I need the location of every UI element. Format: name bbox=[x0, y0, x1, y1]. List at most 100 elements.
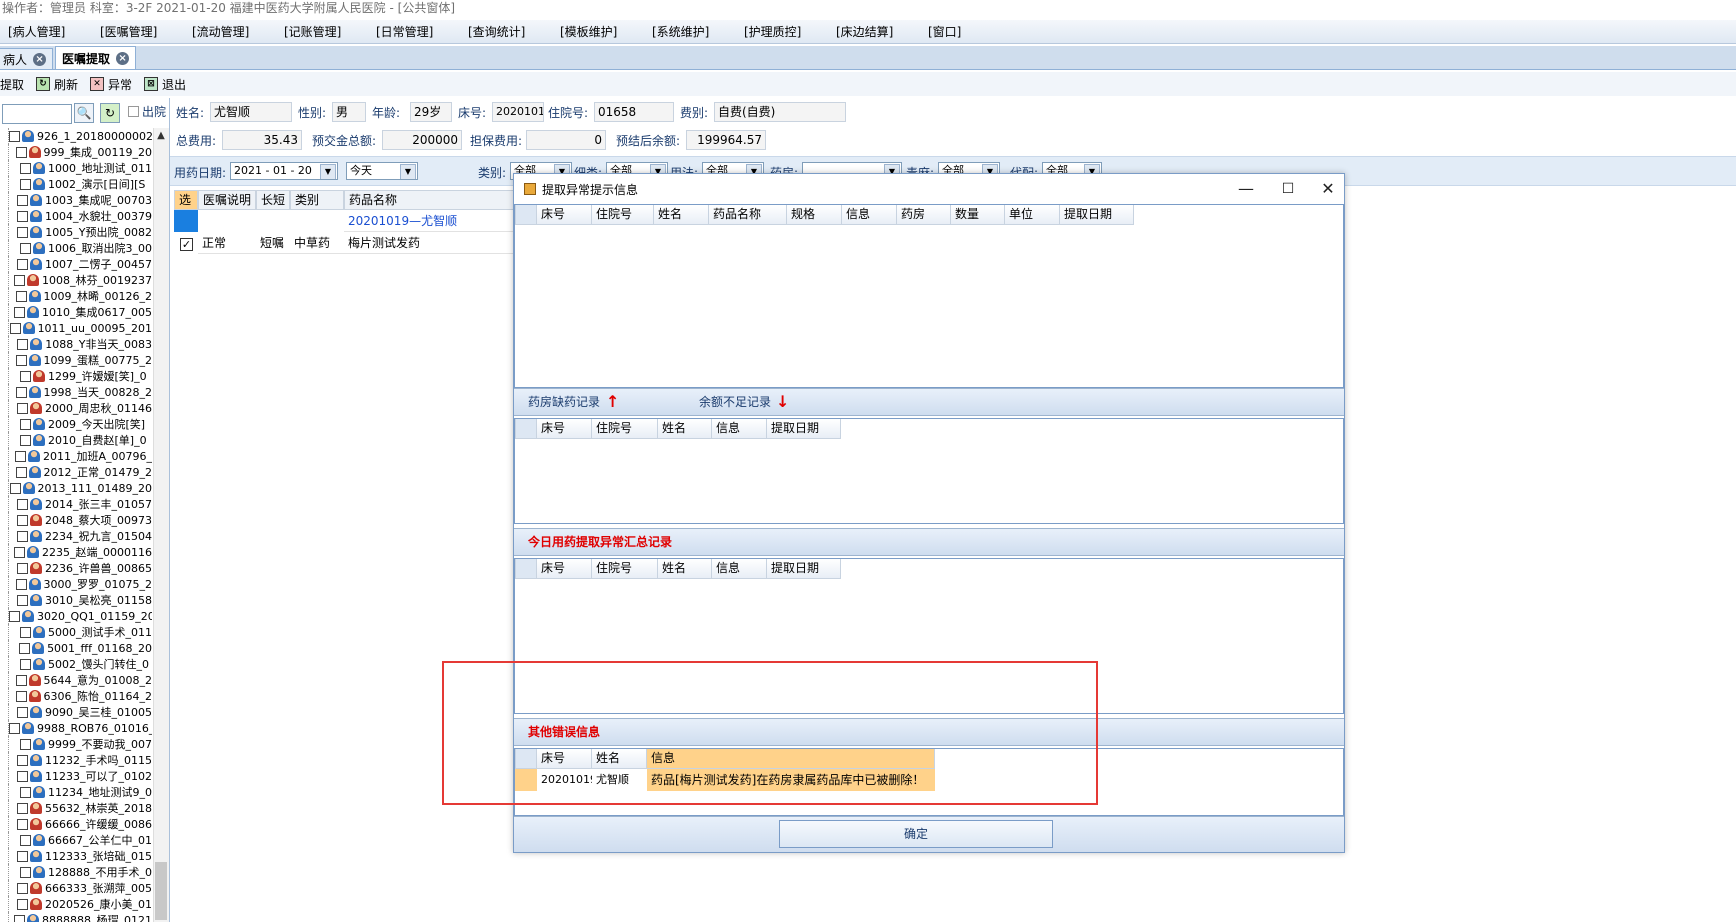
patient-checkbox[interactable] bbox=[17, 530, 28, 542]
patient-list-item[interactable]: 11233_可以了_0102 bbox=[0, 768, 152, 784]
row-selector[interactable] bbox=[174, 210, 198, 232]
close-icon[interactable]: × bbox=[33, 52, 47, 66]
patient-list-item[interactable]: 926_1_20180000002 bbox=[0, 128, 152, 144]
chevron-up-icon[interactable]: ▲ bbox=[153, 128, 169, 144]
grid-header[interactable]: 信息 bbox=[842, 205, 897, 225]
menu-query-statistics[interactable]: [查询统计] bbox=[460, 23, 552, 40]
patient-list-item[interactable]: 1002_演示[日间][S bbox=[0, 176, 152, 192]
patient-checkbox[interactable] bbox=[9, 322, 21, 334]
minimize-icon[interactable]: — bbox=[1230, 178, 1262, 200]
patient-list-item[interactable]: 2012_正常_01479_2 bbox=[0, 464, 152, 480]
patient-list-item[interactable]: 2235_赵端_0000116 bbox=[0, 544, 152, 560]
insufficient-label[interactable]: 余额不足记录 bbox=[699, 389, 771, 416]
patient-list-item[interactable]: 1008_林芬_0019237 bbox=[0, 272, 152, 288]
patient-list-item[interactable]: 2234_祝九言_01504 bbox=[0, 528, 152, 544]
patient-list-item[interactable]: 128888_不用手术_0 bbox=[0, 864, 152, 880]
grid-header[interactable]: 选 bbox=[174, 190, 198, 210]
patient-list-item[interactable]: 1998_当天_00828_2 bbox=[0, 384, 152, 400]
patient-checkbox[interactable] bbox=[17, 498, 28, 510]
select-all-icon[interactable] bbox=[515, 749, 537, 769]
patient-list-item[interactable]: 5001_fff_01168_20 bbox=[0, 640, 152, 656]
grid-header[interactable]: 姓名 bbox=[658, 559, 712, 579]
patient-list-item[interactable]: 5000_测试手术_011 bbox=[0, 624, 152, 640]
patient-checkbox[interactable] bbox=[17, 402, 28, 414]
menu-order-management[interactable]: [医嘱管理] bbox=[92, 23, 184, 40]
select-all-icon[interactable] bbox=[515, 205, 537, 225]
order-checkbox[interactable]: ✓ bbox=[180, 238, 193, 251]
patient-checkbox[interactable] bbox=[20, 162, 31, 174]
patient-list-item[interactable]: 1299_许嫒嫒[笑]_0 bbox=[0, 368, 152, 384]
patient-checkbox[interactable] bbox=[20, 834, 31, 846]
patient-checkbox[interactable] bbox=[20, 434, 31, 446]
patient-list-item[interactable]: 5002_馒头门转住_0 bbox=[0, 656, 152, 672]
tab-patients[interactable]: 病人 × bbox=[0, 48, 54, 69]
patient-checkbox[interactable] bbox=[17, 258, 28, 270]
patient-list-item[interactable]: 2048_蔡大项_00973 bbox=[0, 512, 152, 528]
grid-header[interactable]: 提取日期 bbox=[1060, 205, 1134, 225]
patient-list-item[interactable]: 2000_周忠秋_01146 bbox=[0, 400, 152, 416]
patient-checkbox[interactable] bbox=[15, 354, 27, 366]
patient-list-item[interactable]: 66666_许缓缓_0086 bbox=[0, 816, 152, 832]
shortage-label[interactable]: 药房缺药记录 bbox=[528, 389, 600, 416]
patient-checkbox[interactable] bbox=[9, 482, 21, 494]
patient-checkbox[interactable] bbox=[17, 802, 28, 814]
patient-list-item[interactable]: 8888888_杨瑁_0121 bbox=[0, 912, 152, 922]
patient-checkbox[interactable] bbox=[17, 898, 28, 910]
patient-checkbox[interactable] bbox=[15, 578, 27, 590]
grid-header[interactable]: 信息 bbox=[647, 749, 935, 769]
patient-list-item[interactable]: 1006_取消出院3_00 bbox=[0, 240, 152, 256]
patient-checkbox[interactable] bbox=[15, 146, 27, 158]
patient-list-item[interactable]: 9988_ROB76_01016_ bbox=[0, 720, 152, 736]
patient-checkbox[interactable] bbox=[14, 306, 26, 318]
patient-list-item[interactable]: 55632_林崇英_2018 bbox=[0, 800, 152, 816]
scrollbar-thumb[interactable] bbox=[155, 862, 167, 920]
menu-system-maintenance[interactable]: [系统维护] bbox=[644, 23, 736, 40]
grid-header[interactable]: 床号 bbox=[537, 205, 592, 225]
patient-checkbox[interactable] bbox=[9, 610, 20, 622]
grid-header[interactable]: 床号 bbox=[537, 419, 592, 439]
menu-window[interactable]: [窗口] bbox=[920, 23, 1012, 40]
grid-header[interactable]: 数量 bbox=[951, 205, 1005, 225]
patient-checkbox[interactable] bbox=[17, 850, 28, 862]
patient-list-item[interactable]: 2236_许兽兽_00865 bbox=[0, 560, 152, 576]
patient-list-item[interactable]: 1004_水貌壮_00379 bbox=[0, 208, 152, 224]
patient-checkbox[interactable] bbox=[17, 562, 28, 574]
grid-header[interactable]: 信息 bbox=[712, 559, 767, 579]
patient-checkbox[interactable] bbox=[17, 706, 28, 718]
patient-checkbox[interactable] bbox=[15, 466, 27, 478]
patient-list-item[interactable]: 2014_张三丰_01057 bbox=[0, 496, 152, 512]
grid-header[interactable]: 床号 bbox=[537, 559, 592, 579]
grid-header[interactable]: 床号 bbox=[537, 749, 592, 769]
patient-checkbox[interactable] bbox=[17, 754, 28, 766]
search-icon[interactable]: 🔍 bbox=[74, 103, 94, 123]
patient-checkbox[interactable] bbox=[9, 130, 20, 142]
grid-header[interactable]: 姓名 bbox=[658, 419, 712, 439]
menu-patient-management[interactable]: [病人管理] bbox=[0, 23, 92, 40]
patient-list-item[interactable]: 3020_QQ1_01159_20 bbox=[0, 608, 152, 624]
patient-list-item[interactable]: 2010_自费赵[单]_0 bbox=[0, 432, 152, 448]
refresh-icon[interactable]: ↻ bbox=[100, 103, 120, 123]
dialog-titlebar[interactable]: 提取异常提示信息 — ☐ ✕ bbox=[514, 174, 1344, 204]
patient-list-item[interactable]: 1000_地址测试_011 bbox=[0, 160, 152, 176]
refresh-button[interactable]: ↻ 刷新 bbox=[36, 76, 78, 93]
maximize-icon[interactable]: ☐ bbox=[1272, 178, 1304, 200]
patient-checkbox[interactable] bbox=[20, 786, 31, 798]
patient-checkbox[interactable] bbox=[15, 290, 27, 302]
patient-checkbox[interactable] bbox=[20, 242, 31, 254]
ok-button[interactable]: 确定 bbox=[779, 820, 1053, 848]
menu-bedside-settlement[interactable]: [床边结算] bbox=[828, 23, 920, 40]
table-row[interactable]: 20201019 尤智顺 药品[梅片测试发药]在药房隶属药品库中已被删除！ bbox=[515, 769, 935, 791]
patient-checkbox[interactable] bbox=[17, 194, 28, 206]
date-picker[interactable]: 2021 - 01 - 20 bbox=[230, 162, 338, 180]
patient-checkbox[interactable] bbox=[15, 690, 27, 702]
grid-header[interactable]: 长短 bbox=[256, 190, 290, 210]
patient-list-item[interactable]: 6306_陈怡_01164_2 bbox=[0, 688, 152, 704]
close-icon[interactable]: ✕ bbox=[1312, 178, 1344, 200]
menu-flow-management[interactable]: [流动管理] bbox=[184, 23, 276, 40]
day-select[interactable]: 今天 bbox=[346, 162, 418, 180]
grid-header[interactable]: 药品名称 bbox=[344, 190, 514, 210]
grid-header[interactable]: 提取日期 bbox=[767, 559, 841, 579]
patient-list-item[interactable]: 9090_吴三桂_01005 bbox=[0, 704, 152, 720]
patient-checkbox[interactable] bbox=[15, 674, 27, 686]
patient-checkbox[interactable] bbox=[20, 738, 31, 750]
